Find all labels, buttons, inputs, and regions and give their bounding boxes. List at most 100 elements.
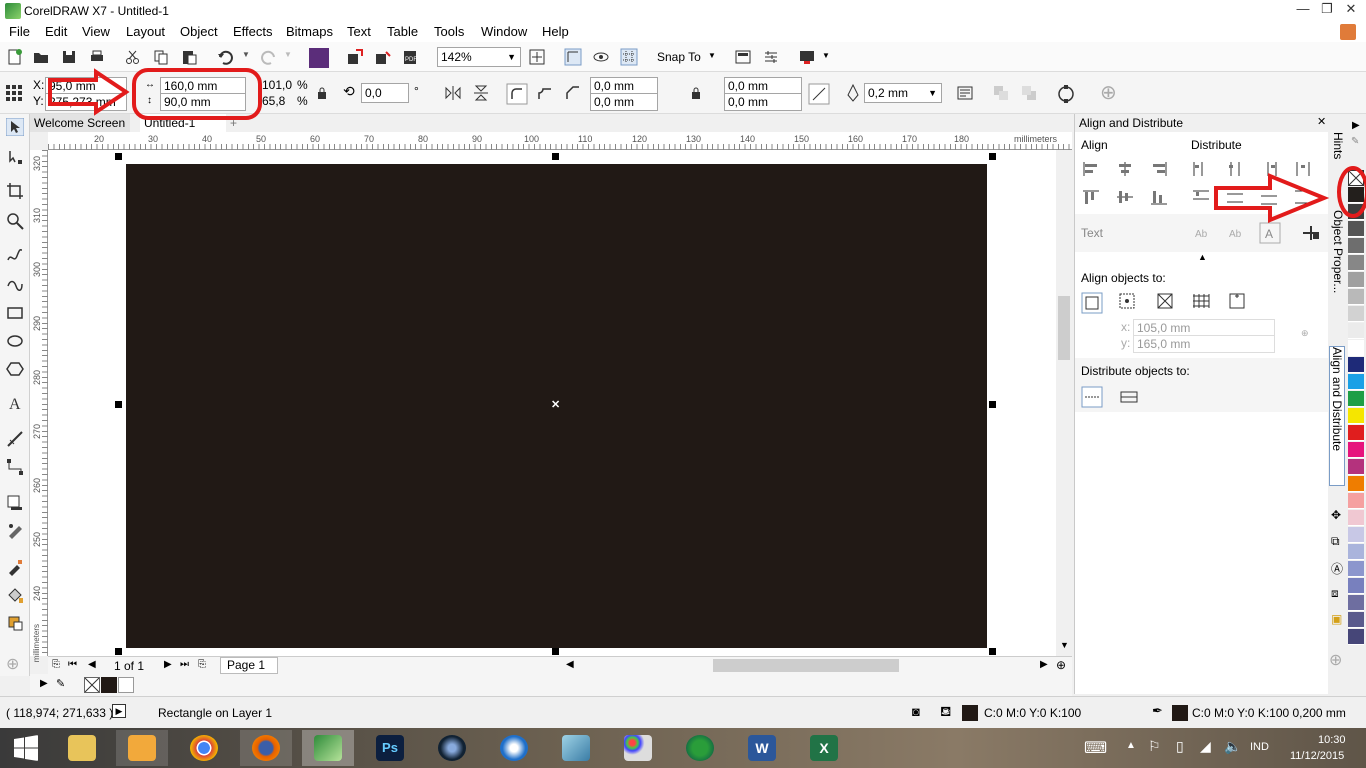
- selection-handle[interactable]: [552, 648, 559, 655]
- first-page-icon[interactable]: ⏮: [68, 659, 77, 670]
- palette-swatch[interactable]: [1348, 459, 1364, 475]
- undo-icon[interactable]: [216, 48, 234, 66]
- docker-close-icon[interactable]: ✕: [1317, 115, 1326, 128]
- snap-to-dropdown-icon[interactable]: ▼: [708, 51, 716, 60]
- restore-button[interactable]: ❐: [1314, 0, 1340, 20]
- wrap-text-icon[interactable]: [956, 84, 974, 102]
- transparency-tool-icon[interactable]: [6, 522, 24, 540]
- align-top-icon[interactable]: [1081, 188, 1101, 206]
- menu-table[interactable]: Table: [387, 24, 418, 39]
- next-page-icon[interactable]: ▶: [164, 659, 172, 670]
- smart-drawing-tool-icon[interactable]: [6, 276, 24, 294]
- distribute-spacing-horizontal-icon[interactable]: [1293, 160, 1313, 178]
- drawing-canvas[interactable]: ✕ ▼: [48, 150, 1072, 656]
- clock-time[interactable]: 10:30: [1318, 734, 1346, 746]
- taskbar-photoshop[interactable]: Ps: [364, 730, 416, 766]
- taskbar-coreldraw[interactable]: [302, 730, 354, 766]
- previous-page-icon[interactable]: ◀: [88, 659, 96, 670]
- keyboard-icon[interactable]: ⌨: [1084, 738, 1107, 758]
- distribute-bottom-icon[interactable]: [1259, 188, 1279, 206]
- undo-dropdown-icon[interactable]: ▼: [242, 50, 250, 59]
- user-icon[interactable]: [1340, 24, 1356, 40]
- selection-handle[interactable]: [552, 153, 559, 160]
- text-first-line-baseline-icon[interactable]: Ab: [1193, 224, 1213, 242]
- taskbar-download-manager[interactable]: [674, 730, 726, 766]
- connector-tool-icon[interactable]: [6, 458, 24, 476]
- fill-color-swatch[interactable]: [962, 705, 978, 721]
- close-button[interactable]: ✕: [1338, 0, 1364, 20]
- palette-swatch[interactable]: [1348, 595, 1364, 611]
- tab-align-and-distribute[interactable]: Align and Distribute: [1329, 346, 1345, 486]
- export-icon[interactable]: [374, 48, 392, 66]
- selection-handle[interactable]: [989, 153, 996, 160]
- menu-effects[interactable]: Effects: [233, 24, 273, 39]
- tray-expand-icon[interactable]: ▲: [1126, 740, 1136, 751]
- menu-window[interactable]: Window: [481, 24, 527, 39]
- color-proof-icon[interactable]: ◙: [912, 704, 920, 719]
- lock-ratio-icon[interactable]: [316, 86, 328, 100]
- zoom-navigator-icon[interactable]: ⊕: [1056, 658, 1066, 672]
- taskbar-camera-app[interactable]: [426, 730, 478, 766]
- symbol-manager-icon[interactable]: ▣: [1331, 612, 1342, 626]
- cut-icon[interactable]: [124, 48, 142, 66]
- distribute-right-icon[interactable]: [1259, 160, 1279, 178]
- rotation-angle-field[interactable]: 0,0: [361, 83, 409, 103]
- smart-fill-tool-icon[interactable]: [6, 614, 24, 632]
- vertical-ruler[interactable]: 320 310 300 290 280 270 260 250 240 mill…: [30, 150, 48, 662]
- y-position-field[interactable]: 275,273 mm: [45, 93, 127, 111]
- align-center-vertical-icon[interactable]: [1115, 188, 1135, 206]
- lock-corners-icon[interactable]: [690, 86, 702, 100]
- coreldraw-app-icon[interactable]: [5, 3, 21, 19]
- mirror-horizontal-icon[interactable]: [444, 84, 462, 102]
- shaping-icon[interactable]: ⧈: [1331, 586, 1339, 601]
- pick-tool-icon[interactable]: [6, 118, 24, 136]
- rectangle-tool-icon[interactable]: [6, 304, 24, 322]
- tab-untitled-1[interactable]: Untitled-1: [140, 114, 226, 132]
- taskbar-media-player[interactable]: [116, 730, 168, 766]
- vertical-scroll-thumb[interactable]: [1058, 296, 1070, 360]
- horizontal-scroll-thumb[interactable]: [713, 659, 899, 672]
- palette-swatch[interactable]: [1348, 527, 1364, 543]
- drop-shadow-tool-icon[interactable]: [6, 494, 24, 512]
- print-icon[interactable]: [88, 48, 106, 66]
- show-grid-icon[interactable]: [620, 48, 638, 66]
- menu-layout[interactable]: Layout: [126, 24, 165, 39]
- new-document-icon[interactable]: [6, 48, 24, 66]
- scroll-down-icon[interactable]: ▼: [1060, 640, 1069, 650]
- black-swatch[interactable]: [101, 677, 117, 693]
- distribute-left-icon[interactable]: [1191, 160, 1211, 178]
- palette-swatch[interactable]: [1348, 306, 1364, 322]
- tab-object-properties[interactable]: Object Proper...: [1329, 210, 1345, 320]
- taskbar-excel[interactable]: X: [798, 730, 850, 766]
- palette-expand-icon[interactable]: ▶: [40, 678, 48, 689]
- selection-handle[interactable]: [989, 648, 996, 655]
- status-expand-icon[interactable]: ▶: [112, 704, 126, 718]
- object-manager-icon[interactable]: ⧉: [1331, 534, 1340, 549]
- menu-help[interactable]: Help: [542, 24, 569, 39]
- distribute-top-icon[interactable]: [1191, 188, 1211, 206]
- palette-swatch[interactable]: [1348, 255, 1364, 271]
- align-to-active-objects-icon[interactable]: [1081, 292, 1103, 314]
- freehand-tool-icon[interactable]: [6, 246, 24, 264]
- snap-to-label[interactable]: Snap To: [657, 50, 701, 64]
- palette-swatch[interactable]: [1348, 561, 1364, 577]
- menu-object[interactable]: Object: [180, 24, 218, 39]
- input-language[interactable]: IND: [1250, 741, 1269, 753]
- clock-date[interactable]: 11/12/2015: [1290, 750, 1344, 762]
- palette-eyedropper-icon[interactable]: ✎: [1351, 136, 1359, 147]
- network-icon[interactable]: ◢: [1200, 738, 1211, 755]
- new-tab-button[interactable]: +: [226, 114, 242, 132]
- add-page-icon[interactable]: ⎘: [198, 659, 206, 670]
- redo-dropdown-icon[interactable]: ▼: [284, 50, 292, 59]
- vertical-scrollbar[interactable]: ▼: [1056, 150, 1072, 656]
- distribute-to-selection-icon[interactable]: [1081, 386, 1103, 408]
- crop-tool-icon[interactable]: [6, 182, 24, 200]
- no-color-swatch[interactable]: [84, 677, 100, 693]
- text-tool-icon[interactable]: A: [6, 394, 24, 412]
- launcher-dropdown-icon[interactable]: ▼: [822, 51, 830, 60]
- palette-swatch[interactable]: [1348, 238, 1364, 254]
- taskbar-explorer[interactable]: [56, 730, 108, 766]
- palette-swatch[interactable]: [1348, 493, 1364, 509]
- outline-width-select[interactable]: 0,2 mm ▼: [864, 83, 942, 103]
- palette-swatch[interactable]: [1348, 578, 1364, 594]
